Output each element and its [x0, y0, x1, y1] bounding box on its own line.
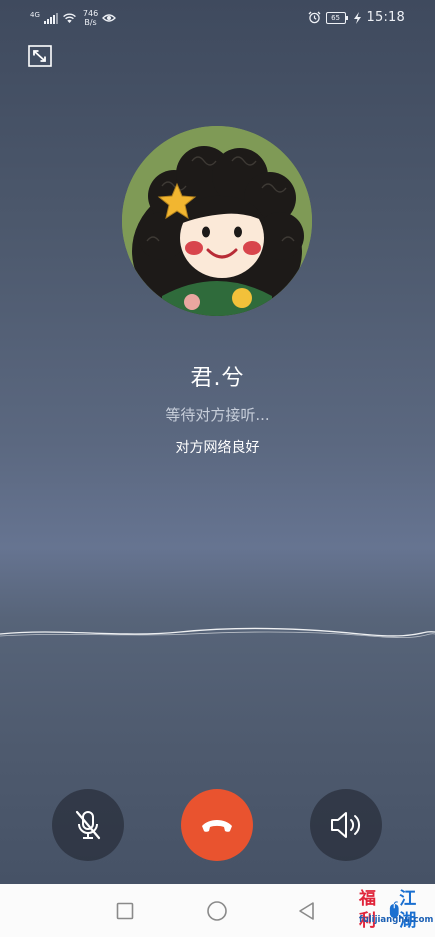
speaker-button[interactable] [310, 789, 382, 861]
phone-hangup-icon [202, 820, 232, 832]
speed-unit: B/s [84, 18, 97, 27]
battery-level: 65 [331, 13, 340, 22]
battery-icon: 65 [325, 11, 348, 24]
status-right: 65 15:18 [308, 10, 405, 25]
network-quality: 对方网络良好 [175, 440, 260, 456]
watermark-text-right: 江湖 [399, 889, 417, 931]
network-type: 4G [30, 11, 40, 19]
eye-icon [102, 14, 117, 22]
charging-icon [353, 11, 361, 24]
watermark-title: 福利 江湖 [359, 888, 429, 932]
caller-name: 君.兮 [190, 366, 245, 391]
mic-off-icon [75, 810, 101, 840]
clock: 15:18 [366, 10, 405, 25]
call-status: 等待对方接听... [165, 406, 270, 424]
recent-apps-button[interactable] [113, 899, 137, 923]
back-button[interactable] [295, 899, 319, 923]
status-left: 4G 746 B/s [30, 9, 117, 27]
square-icon [116, 902, 134, 920]
minimize-button[interactable] [28, 45, 52, 67]
wifi-icon [62, 13, 76, 23]
navigation-bar: 福利 江湖 fulijianghu.com [0, 884, 435, 937]
alarm-icon [308, 11, 320, 24]
watermark-url: fulijianghu.com [359, 915, 434, 925]
signal-icon [43, 12, 58, 24]
watermark-text-left: 福利 [359, 889, 376, 931]
minimize-icon [28, 45, 52, 67]
circle-icon [207, 901, 227, 921]
avatar-illustration [122, 126, 312, 316]
mute-button[interactable] [52, 789, 124, 861]
call-screen: 4G 746 B/s 65 15:18 君.兮 等待对方接听... 对方网络良好 [0, 0, 435, 884]
speed-value: 746 [82, 9, 99, 18]
home-button[interactable] [205, 899, 229, 923]
watermark: 福利 江湖 fulijianghu.com [359, 888, 434, 934]
status-bar: 4G 746 B/s 65 15:18 [0, 0, 435, 40]
sound-wave [0, 627, 435, 638]
avatar [122, 126, 312, 316]
speaker-icon [331, 812, 361, 838]
hangup-button[interactable] [181, 789, 253, 861]
back-triangle-icon [299, 902, 314, 920]
network-speed: 746 B/s [83, 9, 98, 27]
